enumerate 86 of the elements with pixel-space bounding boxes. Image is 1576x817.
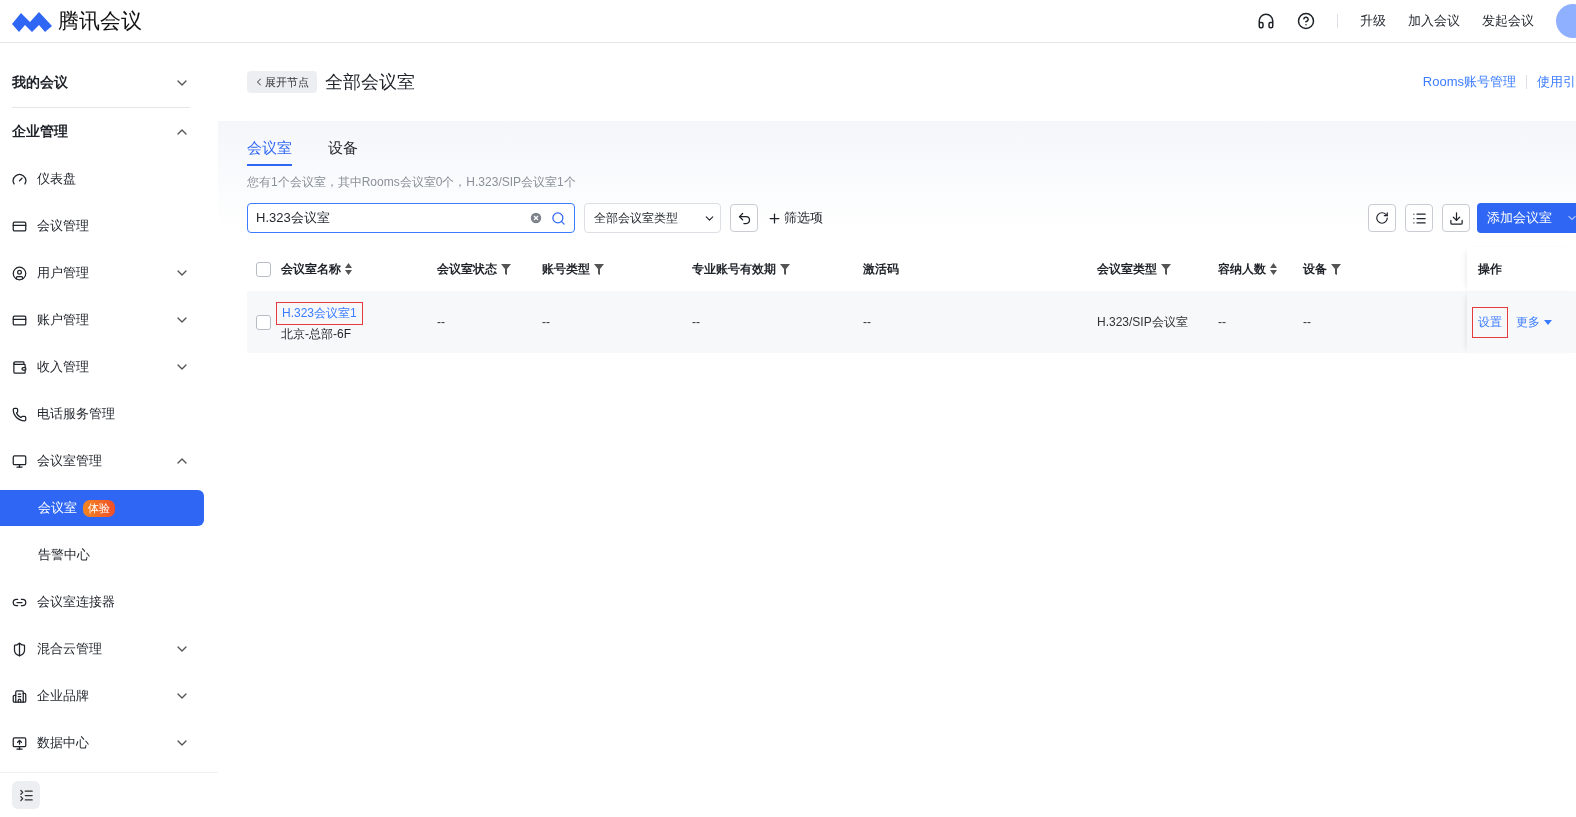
add-room-button[interactable]: 添加会议室 xyxy=(1477,203,1576,233)
help-icon[interactable] xyxy=(1297,12,1315,30)
caret-icon xyxy=(1544,319,1552,325)
search-field[interactable]: H.323会议室 xyxy=(247,203,575,233)
sidebar-item[interactable]: 会议室管理 xyxy=(0,443,204,479)
column-header: 容纳人数 xyxy=(1218,260,1266,278)
sidebar-item[interactable]: 电话服务管理 xyxy=(0,396,204,432)
back-button[interactable]: 展开节点 xyxy=(247,71,317,93)
clear-icon[interactable] xyxy=(529,211,543,225)
sidebar-item[interactable]: 会议管理 xyxy=(0,208,204,244)
search-icon[interactable] xyxy=(551,210,566,226)
room-name-link[interactable]: H.323会议室1 xyxy=(276,301,363,325)
sort-icon[interactable] xyxy=(345,263,352,275)
collapse-sidebar-button[interactable] xyxy=(12,781,40,809)
refresh-button[interactable] xyxy=(1368,204,1396,232)
sidebar-item[interactable]: 仪表盘 xyxy=(0,161,204,197)
monitor-icon xyxy=(12,453,27,469)
card-icon xyxy=(12,312,27,328)
filter-icon[interactable] xyxy=(501,263,511,275)
sidebar-item[interactable]: 会议室连接器 xyxy=(0,584,204,620)
checkbox[interactable] xyxy=(256,261,271,277)
gauge-icon xyxy=(12,171,27,187)
table-cell: -- xyxy=(863,315,871,329)
phone-icon xyxy=(12,406,27,422)
trial-badge: 体验 xyxy=(83,499,115,517)
user-icon xyxy=(12,265,27,281)
sidebar-item[interactable]: 会议室 体验 xyxy=(0,490,204,526)
list-button[interactable] xyxy=(1405,204,1433,232)
building-icon xyxy=(12,688,27,704)
section-title: 我的会议 xyxy=(12,74,68,92)
header-link[interactable]: Rooms账号管理 xyxy=(1422,73,1516,91)
table-cell: -- xyxy=(692,315,700,329)
column-header: 激活码 xyxy=(863,260,899,278)
tab[interactable]: 会议室 xyxy=(247,139,292,166)
plus-icon xyxy=(767,210,782,226)
sidebar-item[interactable]: 账户管理 xyxy=(0,302,204,338)
table-cell: -- xyxy=(1218,315,1226,329)
header-link[interactable]: 使用引 xyxy=(1537,73,1576,91)
checkbox[interactable] xyxy=(256,314,271,330)
column-header: 设备 xyxy=(1303,260,1327,278)
wallet-icon xyxy=(12,359,27,375)
collapse-icon xyxy=(18,787,34,803)
more-menu-link[interactable]: 更多 xyxy=(1510,306,1558,338)
column-header: 会议室名称 xyxy=(281,260,341,278)
table-cell: H.323/SIP会议室 xyxy=(1097,313,1188,331)
settings-link[interactable]: 设置 xyxy=(1472,306,1508,338)
sidebar-item[interactable]: 混合云管理 xyxy=(0,631,204,667)
sidebar-item[interactable]: 告警中心 xyxy=(0,537,204,573)
headset-icon[interactable] xyxy=(1257,12,1275,30)
column-header: 会议室状态 xyxy=(437,260,497,278)
summary-text: 您有1个会议室，其中Rooms会议室0个，H.323/SIP会议室1个 xyxy=(247,174,577,191)
filter-icon[interactable] xyxy=(1161,263,1171,275)
header-link[interactable]: 升级 xyxy=(1360,12,1386,30)
table-cell: -- xyxy=(1303,315,1311,329)
column-header: 账号类型 xyxy=(542,260,590,278)
type-select[interactable]: 全部会议室类型 xyxy=(584,203,721,233)
sidebar-item[interactable]: 企业品牌 xyxy=(0,678,204,714)
download-icon xyxy=(1448,210,1464,226)
logo-icon xyxy=(12,10,52,32)
sidebar-section[interactable]: 企业管理 xyxy=(12,108,190,156)
undo-icon xyxy=(736,210,752,226)
brand-name: 腾讯会议 xyxy=(58,8,142,34)
sidebar-item[interactable]: 用户管理 xyxy=(0,255,204,291)
header-link[interactable]: 加入会议 xyxy=(1408,12,1460,30)
download-button[interactable] xyxy=(1442,204,1470,232)
room-location: 北京-总部-6F xyxy=(281,325,351,343)
reset-button[interactable] xyxy=(730,204,758,232)
refresh-icon xyxy=(1375,211,1389,225)
filter-icon[interactable] xyxy=(1331,263,1341,275)
header-link[interactable]: 发起会议 xyxy=(1482,12,1534,30)
sidebar-item[interactable]: 收入管理 xyxy=(0,349,204,385)
filter-button[interactable]: 筛选项 xyxy=(767,209,823,227)
page-title: 全部会议室 xyxy=(325,71,415,94)
filter-icon[interactable] xyxy=(594,263,604,275)
sidebar-item[interactable]: 数据中心 xyxy=(0,725,204,761)
section-title: 企业管理 xyxy=(12,123,68,141)
column-header: 专业账号有效期 xyxy=(692,260,776,278)
filter-icon[interactable] xyxy=(780,263,790,275)
table-cell: -- xyxy=(437,315,445,329)
table-cell: -- xyxy=(542,315,550,329)
column-header: 会议室类型 xyxy=(1097,260,1157,278)
tab[interactable]: 设备 xyxy=(328,139,358,166)
column-header: 操作 xyxy=(1478,260,1502,278)
sort-icon[interactable] xyxy=(1270,263,1277,275)
sidebar-section[interactable]: 我的会议 xyxy=(12,59,190,108)
shield-icon xyxy=(12,641,27,657)
